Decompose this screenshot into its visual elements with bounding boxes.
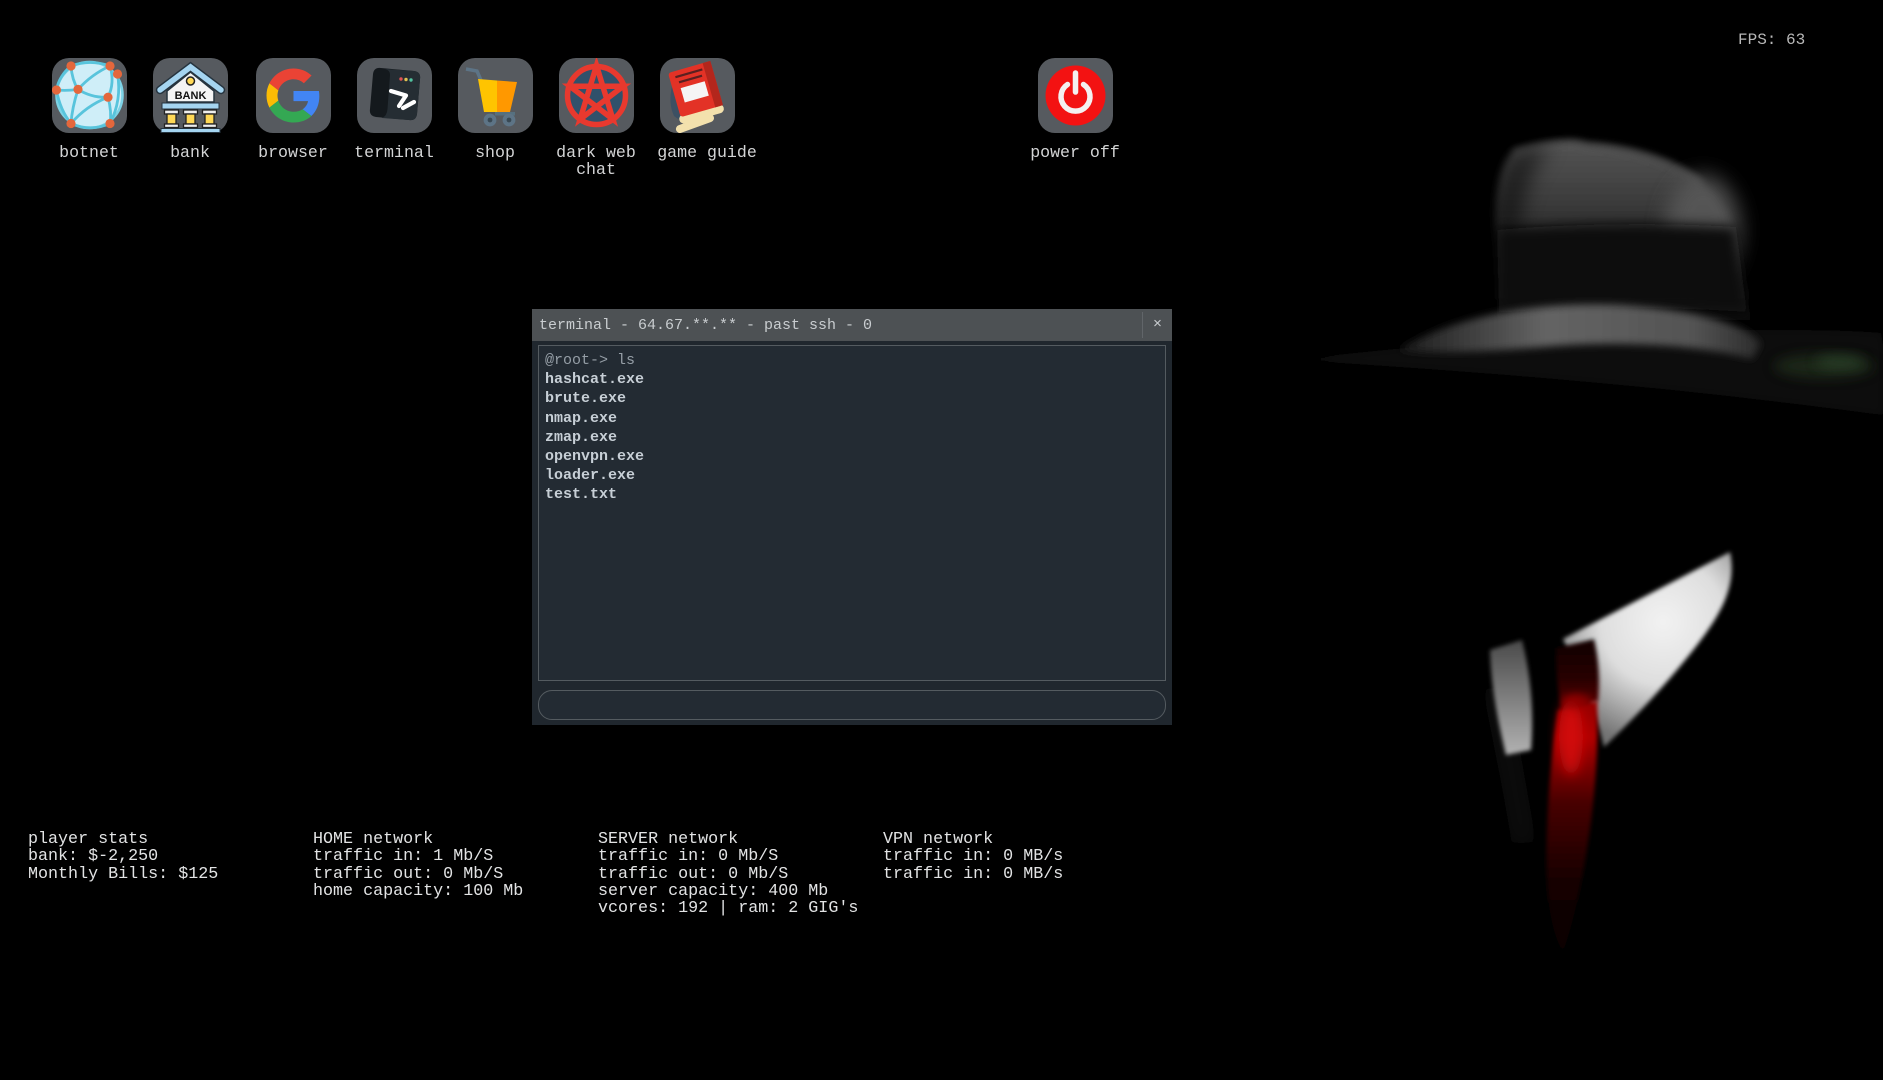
svg-text:BANK: BANK [175,90,207,102]
